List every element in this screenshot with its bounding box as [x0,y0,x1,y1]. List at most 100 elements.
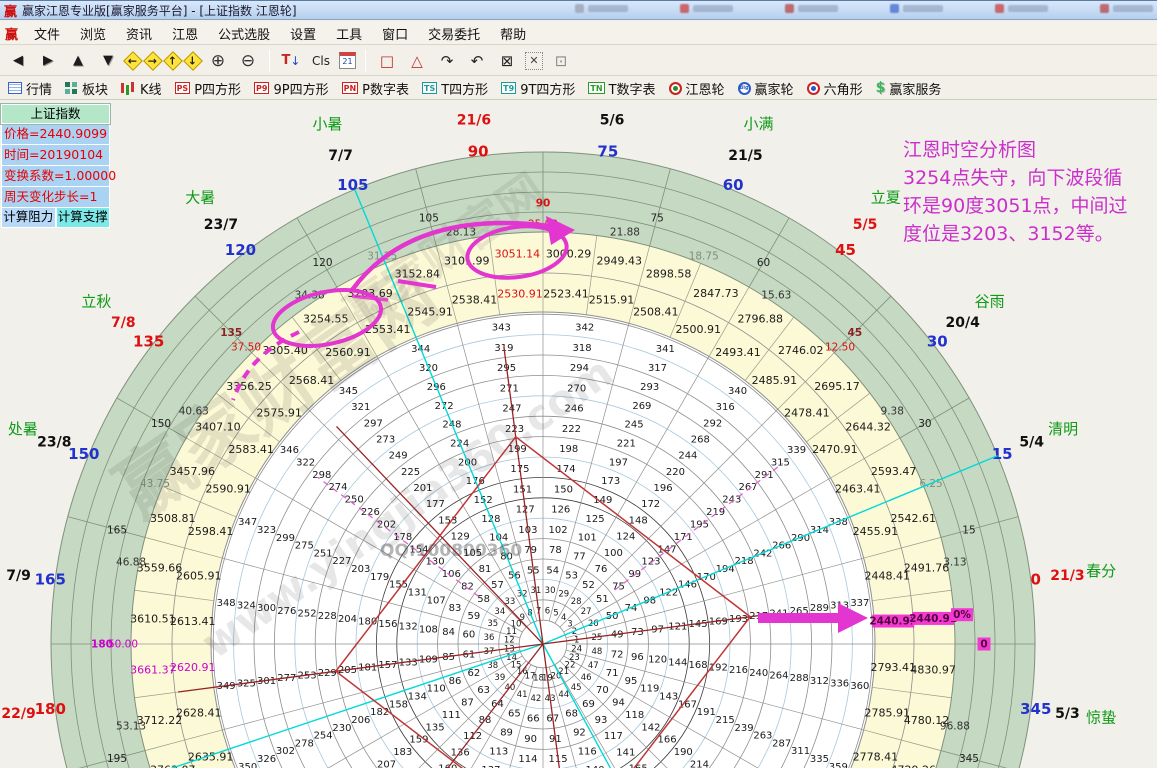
rotate-ccw-icon[interactable]: ↶ [465,49,489,73]
spiral-number: 24 [571,644,582,654]
rotate-cw-icon[interactable]: ↷ [435,49,459,73]
crosshair-tool-icon[interactable]: ✕ [525,52,543,70]
price-inner-label: 2463.41 [835,483,881,496]
spiral-number: 156 [378,619,397,630]
menu-item-浏览[interactable]: 浏览 [70,21,116,46]
price-outer-label: 2949.43 [597,254,643,267]
spiral-number: 65 [508,709,521,720]
drawing-toolbar: ◀▶▲▼←→↑↓⊕⊖ T↓Cls 21 □△↷↶⊠ ✕ ⊡ [0,46,1157,76]
spiral-number: 69 [582,699,595,710]
spiral-number: 350 [238,762,257,768]
spiral-number: 4 [561,613,566,623]
nav-back-icon[interactable]: ◀ [6,49,30,73]
menu-item-窗口[interactable]: 窗口 [372,21,418,46]
menu-item-设置[interactable]: 设置 [280,21,326,46]
shift-left-icon[interactable]: ← [123,51,143,71]
tab-p-table[interactable]: PNP数字表 [342,79,409,98]
spiral-number: 207 [377,760,396,768]
calc-support-button[interactable]: 计算支撑 [56,208,111,228]
price-inner-label: 2538.41 [452,294,498,307]
watermark-qq: QQ:100800360 [380,541,522,561]
percent-label: 9.38 [881,405,904,417]
price-inner-label: 2500.91 [675,323,721,336]
shift-right-icon[interactable]: → [143,51,163,71]
price-outer-label: 4729.26 [890,764,936,768]
tab-9p-square[interactable]: P99P四方形 [254,79,329,98]
shift-down-icon[interactable]: ↓ [183,51,203,71]
spiral-number: 142 [641,722,660,733]
degree-label: 165 [107,525,127,537]
triangle-tool-icon[interactable]: △ [405,49,429,73]
cls-button-icon[interactable]: Cls [309,49,333,73]
outer-degree-label: 105 [337,176,368,194]
menu-item-帮助[interactable]: 帮助 [490,21,536,46]
menu-bar: 赢 文件浏览资讯江恩公式选股设置工具窗口交易委托帮助 [0,22,1157,45]
nav-down-icon[interactable]: ▼ [96,49,120,73]
tab-t-table[interactable]: TNT数字表 [588,79,655,98]
tab-sectors[interactable]: 板块 [65,79,108,98]
tab-gann-wheel[interactable]: 江恩轮 [669,79,725,98]
shift-up-icon[interactable]: ↑ [163,51,183,71]
spiral-number: 93 [595,715,608,726]
menu-item-资讯[interactable]: 资讯 [116,21,162,46]
spiral-number: 126 [551,505,570,516]
percent-label: 96.88 [940,721,970,733]
solar-term-label: 立夏 [871,189,901,207]
spiral-number: 311 [791,746,810,757]
tab-p-square[interactable]: PSP四方形 [175,79,241,98]
square-tool-icon[interactable]: □ [375,49,399,73]
menu-item-公式选股[interactable]: 公式选股 [208,21,280,46]
price-inner-label: 2793.41 [870,661,916,674]
spiral-number: 298 [312,470,331,481]
solar-term-label: 清明 [1048,420,1078,438]
price-outer-label: 2746.02 [778,344,824,357]
menu-item-江恩[interactable]: 江恩 [162,21,208,46]
nav-up-icon[interactable]: ▲ [66,49,90,73]
tab-9t-square[interactable]: T99T四方形 [501,79,575,98]
spiral-number: 197 [609,457,628,468]
menu-item-交易委托[interactable]: 交易委托 [418,21,490,46]
zoom-out-icon[interactable]: ⊖ [236,49,260,73]
tab-quotes[interactable]: 行情 [8,79,52,98]
calendar-icon[interactable]: 21 [339,52,356,69]
zoom-in-icon[interactable]: ⊕ [206,49,230,73]
spiral-number: 263 [753,731,772,742]
spiral-number: 76 [595,564,608,575]
nav-forward-icon[interactable]: ▶ [36,49,60,73]
price-outer-label: 2847.73 [693,287,739,300]
price-outer-label: 2542.61 [890,512,936,525]
tab-kline[interactable]: K线 [121,79,162,98]
spiral-number: 340 [728,386,747,397]
t-down-icon[interactable]: T↓ [279,49,303,73]
tab-winner-wheel[interactable]: Big赢家轮 [738,79,794,98]
price-inner-label: 2598.41 [188,525,234,538]
screen-tool-icon[interactable]: ⊡ [549,49,573,73]
spiral-number: 196 [654,483,673,494]
spiral-number: 74 [625,603,638,614]
spiral-number: 125 [585,514,604,525]
spiral-number: 141 [616,747,635,758]
spiral-number: 60 [462,630,475,641]
tab-hexagon[interactable]: 六角形 [807,79,863,98]
tab-hexagon-label: 六角形 [824,79,863,98]
spiral-number: 278 [295,738,314,749]
percent-label: 12.50 [825,342,855,354]
tab-service[interactable]: $赢家服务 [876,79,942,98]
price-inner-label: 2515.91 [589,294,635,307]
solar-term-label: 处暑 [8,420,38,438]
spiral-number: 288 [790,673,809,684]
spiral-number: 182 [370,707,389,718]
price-arrow-shaft [758,613,838,623]
tab-t-square[interactable]: TST四方形 [422,79,488,98]
spiral-number: 86 [449,676,462,687]
menu-item-工具[interactable]: 工具 [326,21,372,46]
calc-resistance-button[interactable]: 计算阻力 [1,208,56,228]
solar-term-label: 惊蛰 [1086,709,1116,727]
tab-gann-wheel-icon [669,82,682,95]
spiral-number: 116 [578,746,597,757]
menu-item-文件[interactable]: 文件 [24,21,70,46]
spiral-number: 190 [674,747,693,758]
spiral-number: 134 [408,692,427,703]
tab-t-table-icon: TN [588,82,604,94]
box-x-tool-icon[interactable]: ⊠ [495,49,519,73]
